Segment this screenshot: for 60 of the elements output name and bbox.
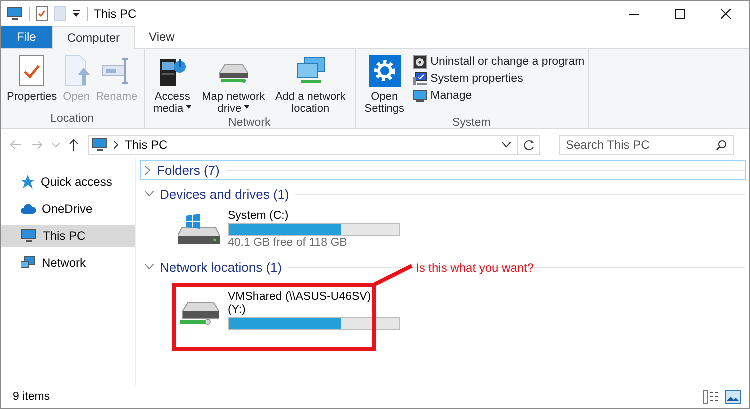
window-title: This PC [94,6,137,20]
section-title[interactable]: Devices and drives (1) [160,186,290,202]
drive-tile[interactable]: System (C:) 40.1 GB free of 118 GB [178,210,746,249]
ribbon-button[interactable]: Add a network location [270,53,352,117]
ribbon-small-button[interactable]: Uninstall or change a program [412,55,585,69]
ribbon-small-button[interactable]: Manage [412,89,585,103]
item-count: 9 items [13,391,50,403]
computer-check-icon [412,72,427,86]
ribbon-small-button[interactable]: System properties [412,72,585,86]
ribbon-button[interactable]: Access media [148,53,198,117]
sidebar-item[interactable]: OneDrive [1,198,135,220]
ribbon-tab[interactable]: Computer [52,26,136,49]
ribbon-group-label: Network [228,117,271,131]
address-path: This PC [125,138,168,152]
ribbon-button[interactable]: Properties [4,53,60,105]
network-icon [21,256,36,270]
search-field[interactable]: Search This PC [559,135,734,155]
sidebar-item[interactable]: Network [1,252,135,274]
search-icon [716,140,727,151]
dropdown-icon[interactable] [72,9,81,18]
drive-name: VMShared (\\ASUS-U46SV) [228,291,372,303]
properties-icon[interactable] [36,6,48,21]
drive-letter: (Y:) [228,304,247,316]
sidebar-item[interactable]: This PC [1,225,135,247]
chevron-right-icon [114,141,119,149]
section-title[interactable]: Folders (7) [157,162,220,178]
large-icons-view-icon[interactable] [725,390,741,404]
address-field[interactable]: This PC [88,135,540,155]
annotation-text: Is this what you want? [416,261,534,275]
ribbon-button[interactable]: Map network drive [198,53,270,117]
computer-icon [21,229,37,243]
ribbon-group-label: Location [50,113,94,127]
close-icon[interactable] [721,8,731,18]
computer-icon [92,138,108,152]
ribbon-group-label: System [452,117,491,131]
caret-icon [244,105,250,110]
drive-name: System (C:) [228,210,290,222]
chevron-down-icon[interactable] [502,142,511,148]
up-arrow-icon[interactable] [69,139,79,151]
computer-manage-icon [412,89,427,103]
refresh-icon[interactable] [524,139,535,151]
star-icon [21,175,35,189]
maximize-icon[interactable] [675,8,685,18]
windows-drive-icon [178,214,222,246]
details-view-icon[interactable] [703,390,719,404]
computer-icon [7,6,23,20]
free-space: 40.1 GB free of 118 GB [228,237,348,249]
section-title[interactable]: Network locations (1) [160,260,282,274]
cloud-icon [21,204,36,214]
chevron-right-icon[interactable] [145,166,151,174]
disc-box-icon [412,55,427,69]
caret-icon [186,105,192,110]
drive-tile[interactable]: VMShared (\\ASUS-U46SV) (Y:) [178,291,746,330]
ribbon-tab[interactable]: File [1,26,52,48]
properties-icon [19,55,46,87]
ribbon-tab[interactable]: View [135,26,189,48]
ribbon-button[interactable]: Open Settings [358,53,411,117]
settings-icon [368,55,401,87]
sidebar-item[interactable]: Quick access [1,171,135,193]
file-upload-icon [64,55,90,87]
